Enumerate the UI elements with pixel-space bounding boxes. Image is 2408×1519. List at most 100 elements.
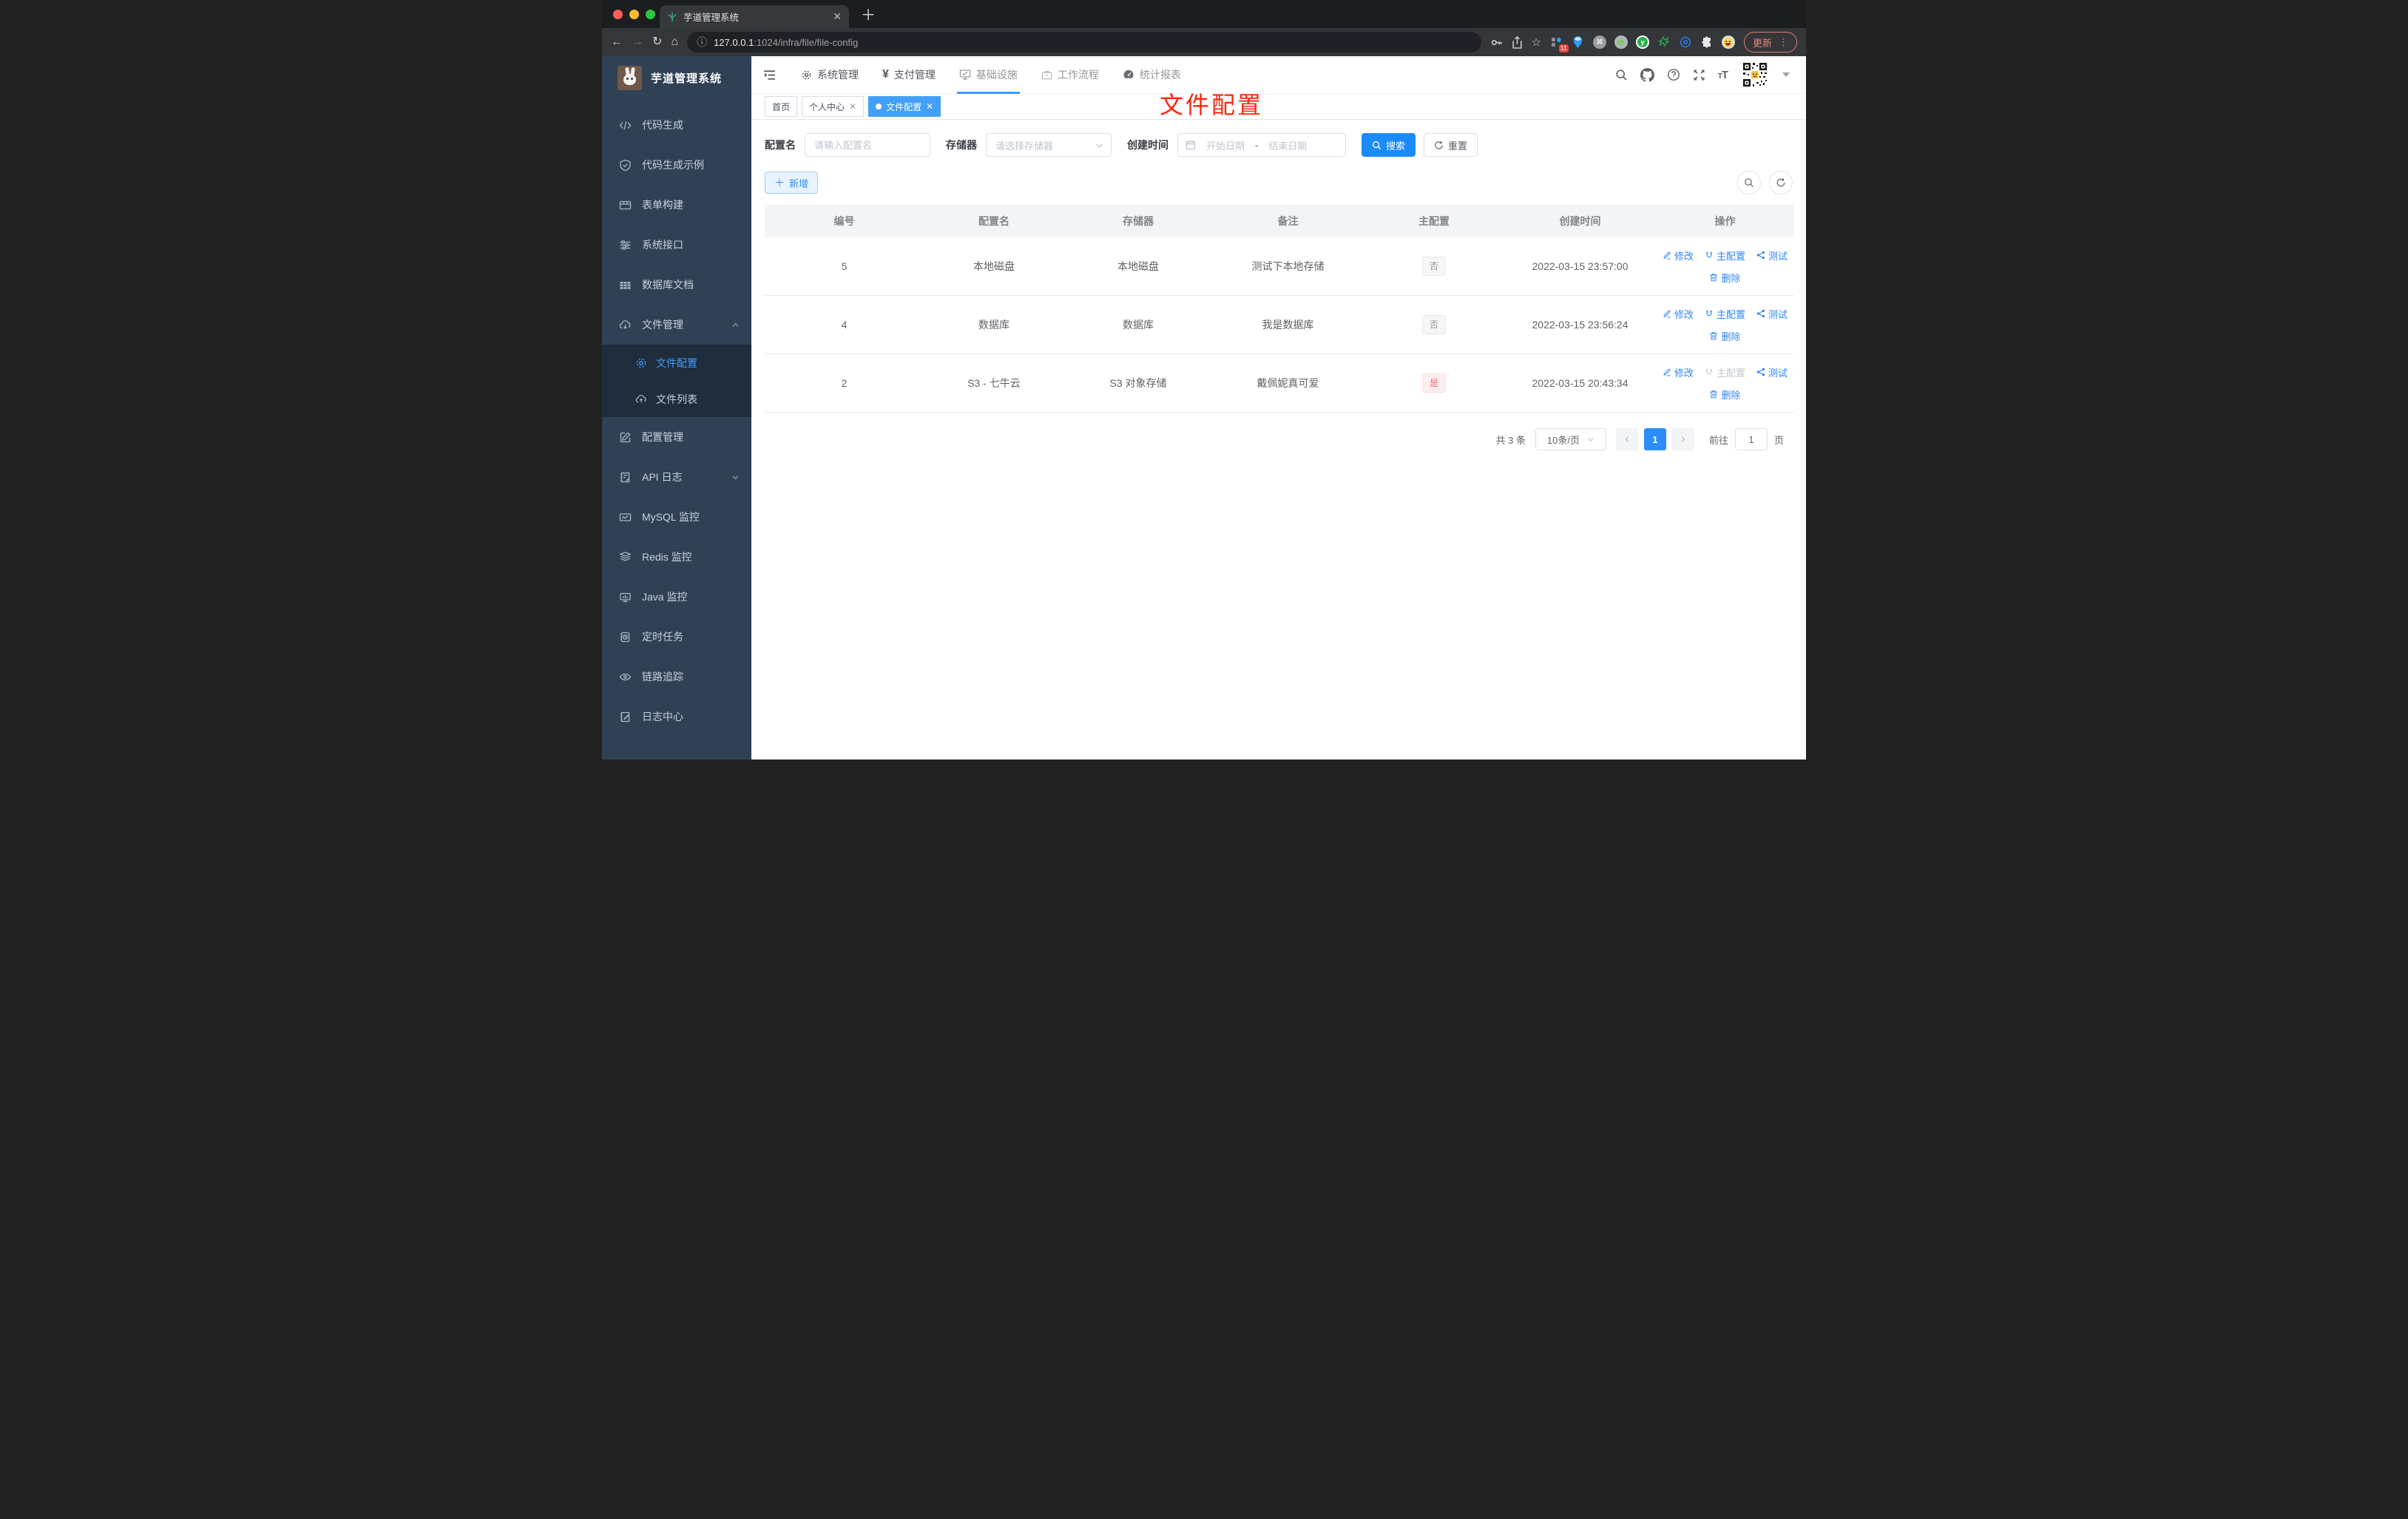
extension-command-icon[interactable]: ⌘ [1592, 35, 1606, 49]
extension-green-dot-icon[interactable] [1614, 35, 1628, 49]
refresh-table-button[interactable] [1769, 171, 1793, 194]
github-icon[interactable] [1640, 67, 1654, 82]
new-tab-button[interactable]: ＋ [861, 8, 876, 23]
password-key-icon[interactable] [1490, 36, 1503, 49]
chevron-down-icon [1588, 438, 1594, 442]
topnav-system-management[interactable]: 系统管理 [801, 56, 859, 93]
font-size-icon[interactable]: TT [1718, 69, 1728, 81]
back-icon[interactable]: ← [611, 36, 623, 48]
browser-tab[interactable]: 芋道管理系统 ✕ [660, 5, 849, 28]
delete-button[interactable]: 删除 [1709, 388, 1741, 402]
tab-close-icon[interactable]: ✕ [833, 10, 842, 23]
share-icon[interactable] [1512, 35, 1523, 49]
avatar-dropdown-caret-icon[interactable] [1782, 72, 1790, 77]
sidebar-item-api-log[interactable]: API 日志 [602, 457, 751, 497]
tag-close-icon[interactable]: ✕ [926, 101, 933, 112]
topnav-payment-management[interactable]: ¥ 支付管理 [882, 56, 936, 93]
sidebar-item-mysql-monitor[interactable]: MySQL 监控 [602, 497, 751, 537]
tag-profile[interactable]: 个人中心 ✕ [802, 96, 865, 117]
home-icon[interactable]: ⌂ [671, 36, 678, 48]
search-icon[interactable] [1615, 69, 1628, 81]
avatar[interactable] [1740, 60, 1770, 89]
tag-file-config[interactable]: 文件配置 ✕ [868, 96, 941, 117]
col-master: 主配置 [1364, 205, 1504, 237]
sidebar-item-code-gen[interactable]: 代码生成 [602, 105, 751, 145]
fullscreen-icon[interactable] [1693, 69, 1705, 81]
test-button[interactable]: 测试 [1756, 307, 1788, 321]
prev-page-button[interactable] [1615, 428, 1638, 450]
screen: 芋道管理系统 ✕ ＋ ← → ↻ ⌂ ⓘ 127.0.0.1:1024/infr… [602, 0, 1806, 760]
show-search-toggle-button[interactable] [1737, 171, 1761, 194]
config-name-input[interactable] [805, 133, 930, 157]
extension-star-icon[interactable] [1657, 35, 1671, 49]
topnav-infrastructure[interactable]: 基础设施 [956, 56, 1020, 94]
total-count: 共 3 条 [1495, 434, 1526, 446]
edit-button[interactable]: 修改 [1663, 365, 1694, 379]
test-button[interactable]: 测试 [1756, 365, 1788, 379]
edit-button[interactable]: 修改 [1663, 307, 1694, 321]
sidebar-logo[interactable]: 芋道管理系统 [602, 56, 751, 99]
extension-emoji-icon[interactable] [1721, 35, 1735, 49]
delete-button[interactable]: 删除 [1709, 329, 1741, 343]
browser-menu-kebab-icon[interactable]: ⋮ [1779, 36, 1788, 48]
extension-eye-icon[interactable] [1679, 35, 1692, 49]
bookmark-star-icon[interactable]: ☆ [1532, 37, 1541, 48]
end-date-placeholder[interactable]: 结束日期 [1264, 138, 1311, 152]
sidebar-item-redis-monitor[interactable]: Redis 监控 [602, 537, 751, 577]
reload-icon[interactable]: ↻ [652, 36, 662, 48]
date-range-picker[interactable]: 开始日期 - 结束日期 [1177, 133, 1346, 157]
magnet-icon [1706, 310, 1712, 317]
delete-button[interactable]: 删除 [1709, 271, 1741, 285]
search-button[interactable]: 搜索 [1362, 133, 1416, 157]
extension-grid-icon[interactable]: 11 [1550, 35, 1569, 53]
master-config-button[interactable]: 主配置 [1705, 307, 1745, 321]
browser-update-button[interactable]: 更新 ⋮ [1743, 32, 1797, 53]
minimize-window-button[interactable] [629, 10, 639, 19]
test-button[interactable]: 测试 [1756, 248, 1788, 263]
extension-puzzle-icon[interactable] [1700, 35, 1714, 49]
sidebar-item-java-monitor[interactable]: Java 监控 [602, 577, 751, 617]
address-bar[interactable]: ⓘ 127.0.0.1:1024/infra/file/file-config [687, 32, 1481, 53]
table-toolbar: ＋ 新增 [765, 171, 1794, 194]
sidebar-item-form-builder[interactable]: 表单构建 [602, 185, 751, 225]
storage-select[interactable]: 请选择存储器 [986, 133, 1112, 157]
extensions-row: 11 ⌘ y [1550, 35, 1735, 53]
maximize-window-button[interactable] [646, 10, 655, 19]
close-window-button[interactable] [613, 10, 623, 19]
code-icon [619, 121, 632, 129]
sidebar-item-file-list[interactable]: 文件列表 [602, 381, 751, 417]
sidebar-item-system-api[interactable]: 系统接口 [602, 225, 751, 265]
add-button[interactable]: ＋ 新增 [765, 172, 819, 194]
edit-button[interactable]: 修改 [1663, 248, 1694, 263]
app-header: 系统管理 ¥ 支付管理 基础设施 工作流程 统计报表 TT [751, 56, 1806, 94]
monitor-icon [620, 592, 631, 602]
sidebar-item-db-doc[interactable]: 数据库文档 [602, 265, 751, 305]
start-date-placeholder[interactable]: 开始日期 [1202, 138, 1249, 152]
help-icon[interactable] [1667, 68, 1680, 81]
page-size-select[interactable]: 10条/页 [1535, 428, 1606, 450]
goto-page-input[interactable] [1734, 428, 1768, 450]
tag-home[interactable]: 首页 [765, 96, 798, 117]
topnav-reports[interactable]: 统计报表 [1123, 56, 1181, 93]
sidebar-item-code-gen-example[interactable]: 代码生成示例 [602, 145, 751, 185]
sidebar-item-scheduled-tasks[interactable]: 定时任务 [602, 617, 751, 657]
forward-icon[interactable]: → [632, 36, 643, 48]
master-config-button[interactable]: 主配置 [1705, 248, 1745, 263]
tag-close-icon[interactable]: ✕ [849, 101, 856, 112]
topnav-workflow[interactable]: 工作流程 [1041, 56, 1099, 93]
sidebar-item-file-management[interactable]: 文件管理 [602, 305, 751, 345]
info-icon[interactable]: ⓘ [697, 35, 707, 50]
sidebar-item-file-config[interactable]: 文件配置 [602, 345, 751, 381]
extension-pin-icon[interactable] [1572, 35, 1585, 49]
sidebar-fold-icon[interactable] [762, 68, 777, 82]
monitor-check-icon [959, 70, 971, 80]
pencil-icon [1663, 251, 1671, 260]
sidebar-item-trace[interactable]: 链路追踪 [602, 657, 751, 697]
reset-button[interactable]: 重置 [1424, 133, 1478, 157]
extension-y-icon[interactable]: y [1635, 35, 1649, 49]
page-number-current[interactable]: 1 [1643, 428, 1666, 450]
sidebar-item-log-center[interactable]: 日志中心 [602, 697, 751, 737]
next-page-button[interactable] [1671, 428, 1694, 450]
sidebar-item-config-management[interactable]: 配置管理 [602, 417, 751, 457]
edit-square-icon [620, 431, 631, 442]
